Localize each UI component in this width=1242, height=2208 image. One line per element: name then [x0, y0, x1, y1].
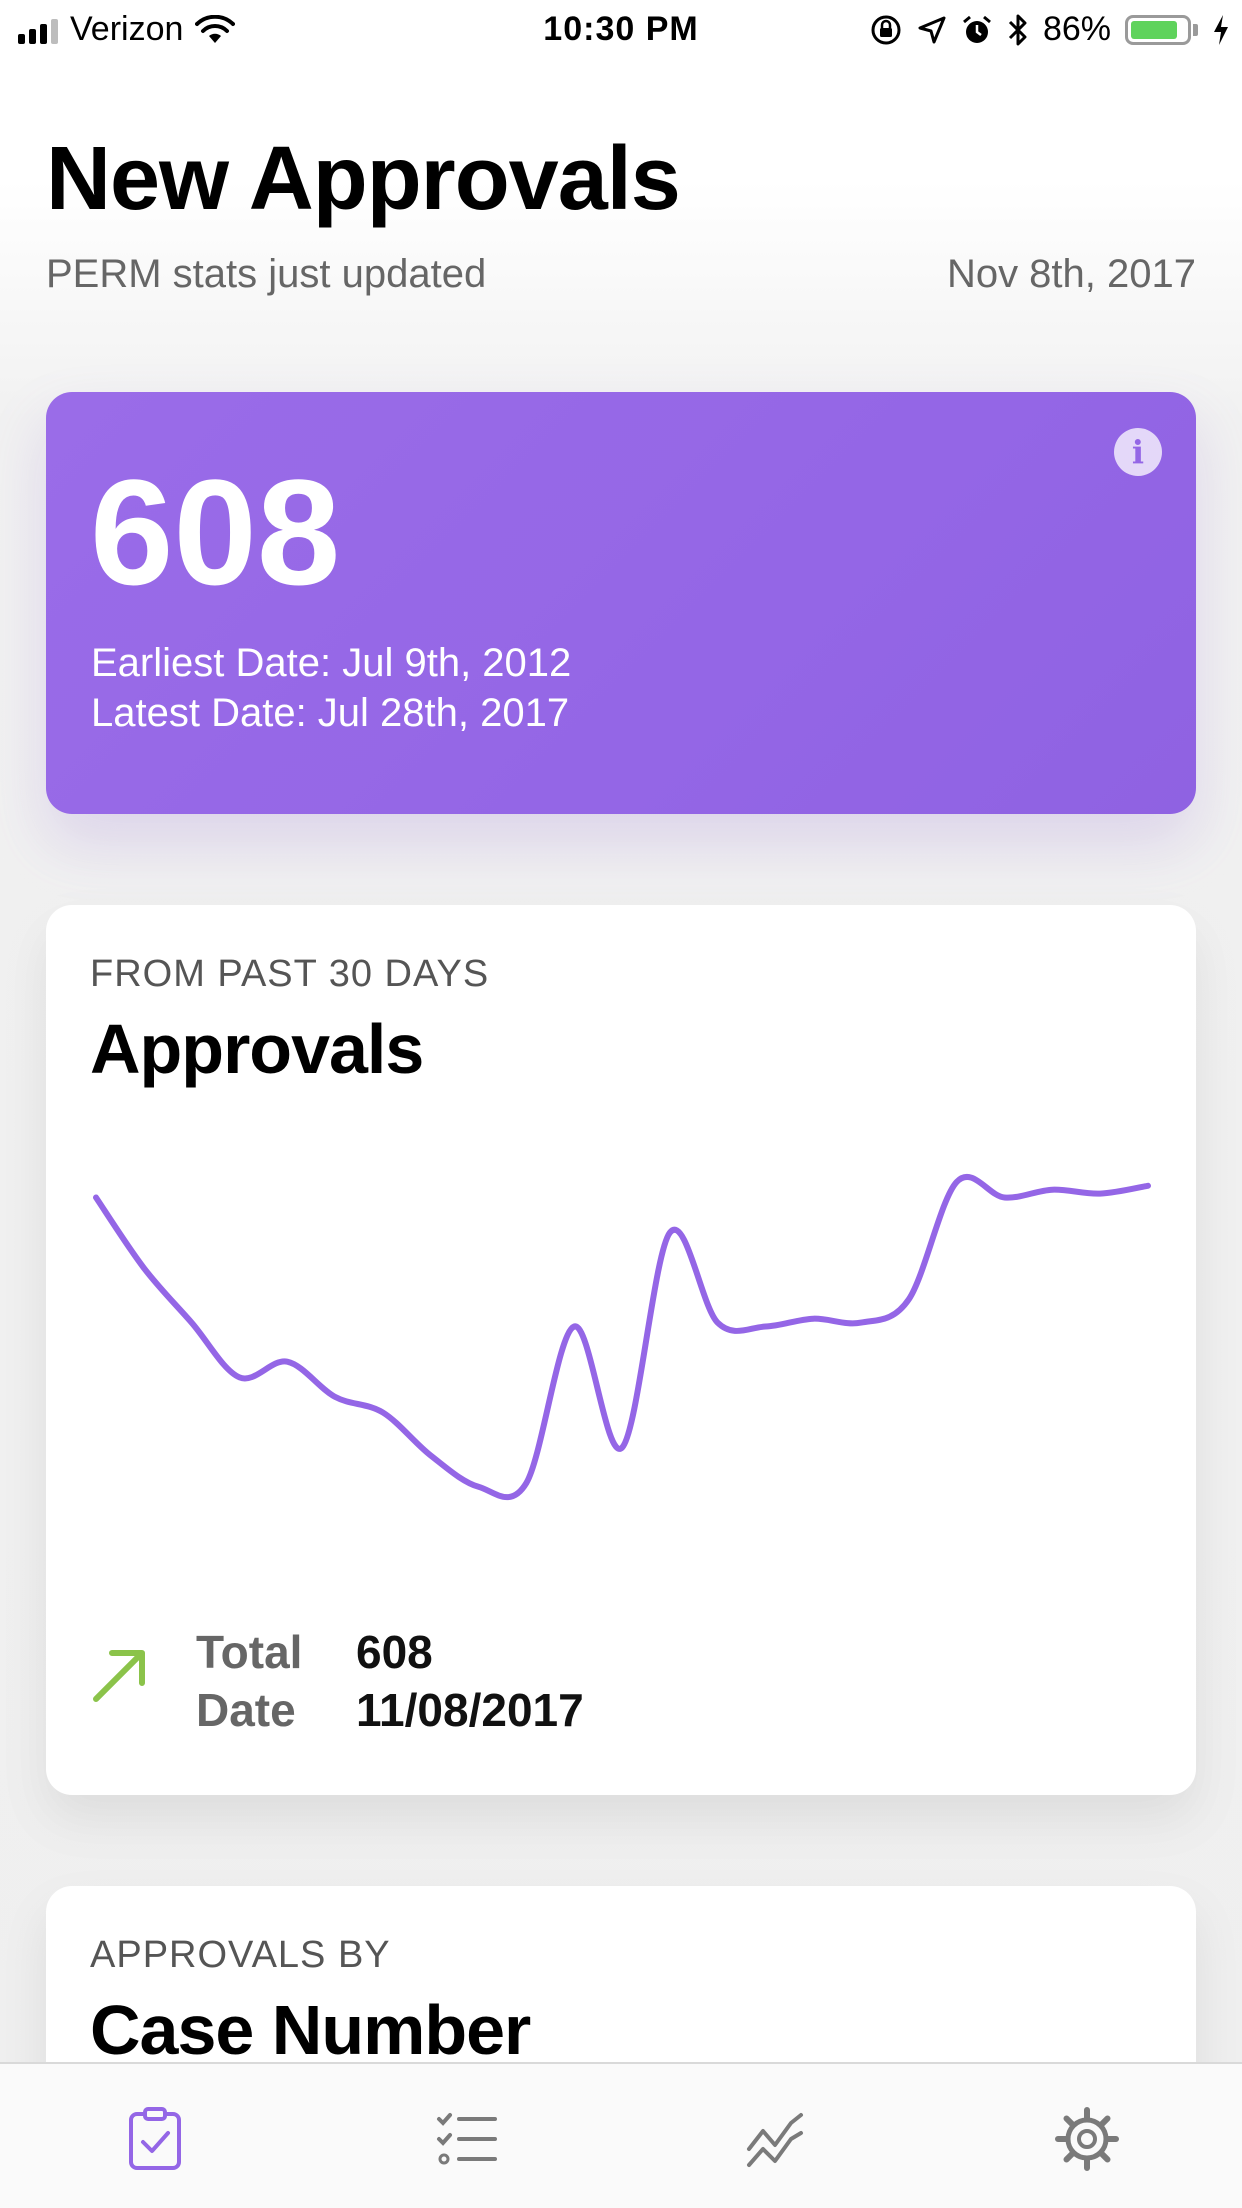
earliest-date: Earliest Date: Jul 9th, 2012 [91, 641, 572, 685]
total-label: Total [196, 1626, 303, 1678]
status-bar: Verizon 10:30 PM 86% [0, 0, 1242, 62]
trend-chart-icon [747, 2113, 803, 2167]
tab-settings[interactable] [1052, 2104, 1122, 2174]
tab-bar [0, 2062, 1242, 2208]
battery-icon [1125, 14, 1191, 45]
page-subtitle: PERM stats just updated [46, 252, 487, 296]
approvals-count: 608 [90, 448, 341, 616]
approvals-series-line [93, 1173, 1151, 1501]
battery-tip [1193, 23, 1198, 36]
charging-icon [1214, 14, 1228, 45]
checklist-icon [437, 2113, 497, 2165]
stat-labels: Total Date [196, 1623, 302, 1739]
approvals-count-card[interactable]: 608 i Earliest Date: Jul 9th, 2012 Lates… [46, 392, 1196, 814]
latest-date: Latest Date: Jul 28th, 2017 [91, 691, 570, 735]
date-range: Earliest Date: Jul 9th, 2012 Latest Date… [91, 638, 571, 738]
approvals-chart-card[interactable]: FROM PAST 30 DAYS Approvals Total Date 6… [46, 905, 1196, 1795]
gear-icon [1055, 2107, 1119, 2171]
page-title: New Approvals [46, 129, 681, 229]
location-icon [918, 16, 946, 43]
total-value: 608 [356, 1626, 433, 1678]
card-title: Case Number [90, 1991, 531, 2069]
rotation-lock-icon [871, 15, 901, 44]
trend-up-arrow-icon [93, 1650, 145, 1702]
header-date: Nov 8th, 2017 [946, 252, 1196, 296]
battery-percent: 86% [1042, 10, 1111, 48]
bluetooth-icon [1008, 14, 1027, 45]
tab-new-approvals[interactable] [120, 2104, 190, 2174]
tab-list[interactable] [432, 2104, 502, 2174]
alarm-icon [962, 15, 991, 43]
card-eyebrow: APPROVALS BY [90, 1934, 391, 1976]
tab-trends[interactable] [740, 2104, 810, 2174]
clipboard-check-icon [129, 2107, 181, 2170]
date-value: 11/08/2017 [356, 1684, 584, 1736]
status-right: 86% [869, 10, 1230, 49]
info-icon[interactable]: i [1114, 428, 1162, 476]
date-label: Date [196, 1684, 296, 1736]
stat-values: 608 11/08/2017 [356, 1623, 584, 1739]
app-screen: Verizon 10:30 PM 86% New Approvals PERM … [0, 0, 1242, 2208]
